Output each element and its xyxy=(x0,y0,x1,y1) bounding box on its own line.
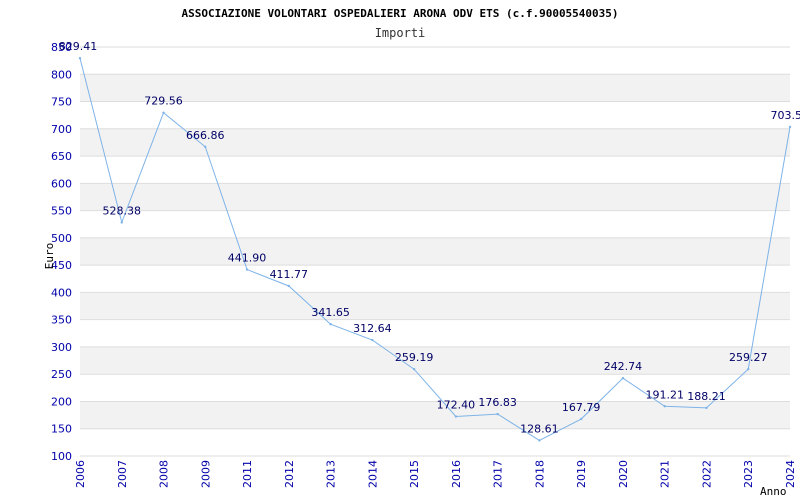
x-tick-label: 2022 xyxy=(700,460,713,488)
data-label: 176.83 xyxy=(478,396,517,409)
data-point xyxy=(454,415,458,418)
x-tick-label: 2009 xyxy=(199,460,212,488)
y-tick-label: 650 xyxy=(51,150,72,163)
chart-title: ASSOCIAZIONE VOLONTARI OSPEDALIERI ARONA… xyxy=(181,7,618,20)
y-tick-label: 550 xyxy=(51,205,72,218)
x-tick-label: 2007 xyxy=(116,460,129,488)
x-tick-label: 2006 xyxy=(74,460,87,488)
y-tick-label: 700 xyxy=(51,123,72,136)
x-tick-label: 2024 xyxy=(784,460,797,488)
data-point xyxy=(204,145,207,149)
grid-band xyxy=(80,237,790,266)
data-point xyxy=(412,367,416,371)
y-tick-label: 300 xyxy=(51,341,72,354)
y-tick-label: 800 xyxy=(51,68,72,81)
data-label: 666.86 xyxy=(186,129,225,142)
grid-band xyxy=(80,346,790,375)
x-tick-label: 2019 xyxy=(575,460,588,488)
data-point xyxy=(245,268,249,271)
line-chart: ASSOCIAZIONE VOLONTARI OSPEDALIERI ARONA… xyxy=(43,7,800,498)
x-tick-label: 2008 xyxy=(158,460,171,488)
x-tick-label: 2015 xyxy=(408,460,421,488)
data-label: 259.27 xyxy=(729,351,768,364)
data-point xyxy=(538,439,541,442)
data-point xyxy=(371,338,374,342)
x-tick-label: 2017 xyxy=(492,460,505,488)
grid-band xyxy=(80,401,790,429)
data-point xyxy=(78,57,82,60)
y-tick-label: 400 xyxy=(51,286,72,299)
data-label: 167.79 xyxy=(562,401,601,414)
y-tick-label: 150 xyxy=(51,423,72,436)
data-label: 128.61 xyxy=(520,422,559,435)
data-point xyxy=(579,417,583,421)
y-axis-label: Euro xyxy=(43,243,56,270)
data-point xyxy=(747,367,750,371)
data-label: 703.5 xyxy=(771,109,800,122)
x-tick-label: 2020 xyxy=(617,460,630,488)
y-tick-label: 100 xyxy=(51,450,72,463)
data-point xyxy=(162,111,165,114)
x-tick-label: 2016 xyxy=(450,460,463,488)
x-tick-label: 2018 xyxy=(533,460,546,488)
data-point xyxy=(663,405,666,408)
data-point xyxy=(329,323,332,326)
grid-band xyxy=(80,74,790,102)
data-point xyxy=(496,412,499,416)
data-label: 191.21 xyxy=(645,388,684,401)
x-axis-label: Anno xyxy=(760,485,787,498)
y-tick-label: 600 xyxy=(51,177,72,190)
data-point xyxy=(621,376,625,380)
data-label: 411.77 xyxy=(270,268,309,281)
data-label: 341.65 xyxy=(311,306,350,319)
data-label: 172.40 xyxy=(437,399,476,412)
grid-band xyxy=(80,183,790,211)
data-label: 188.21 xyxy=(687,390,726,403)
x-tick-label: 2021 xyxy=(659,460,672,488)
grid-band xyxy=(80,292,790,320)
x-tick-label: 2023 xyxy=(742,460,755,488)
data-label: 312.64 xyxy=(353,322,392,335)
x-tick-label: 2011 xyxy=(241,460,254,488)
x-tick-label: 2014 xyxy=(366,460,379,488)
x-tick-label: 2013 xyxy=(325,460,338,488)
y-tick-label: 350 xyxy=(51,314,72,327)
data-label: 441.90 xyxy=(228,252,267,265)
data-point xyxy=(287,284,291,288)
data-label: 242.74 xyxy=(604,360,643,373)
chart-subtitle: Importi xyxy=(375,26,426,40)
data-label: 259.19 xyxy=(395,351,434,364)
x-axis-ticks: 2006 2007 2008 2009 2011 2012 2013 2014 2015 2016… xyxy=(74,460,797,488)
background-bands xyxy=(80,74,790,429)
y-tick-label: 750 xyxy=(51,96,72,109)
data-label: 528.38 xyxy=(103,204,142,217)
y-tick-label: 250 xyxy=(51,368,72,381)
data-label: 729.56 xyxy=(144,95,183,108)
y-tick-label: 200 xyxy=(51,395,72,408)
data-point xyxy=(120,221,123,224)
data-point xyxy=(705,406,708,410)
x-tick-label: 2012 xyxy=(283,460,296,488)
data-point xyxy=(788,125,792,129)
data-label: 829.41 xyxy=(59,40,98,53)
